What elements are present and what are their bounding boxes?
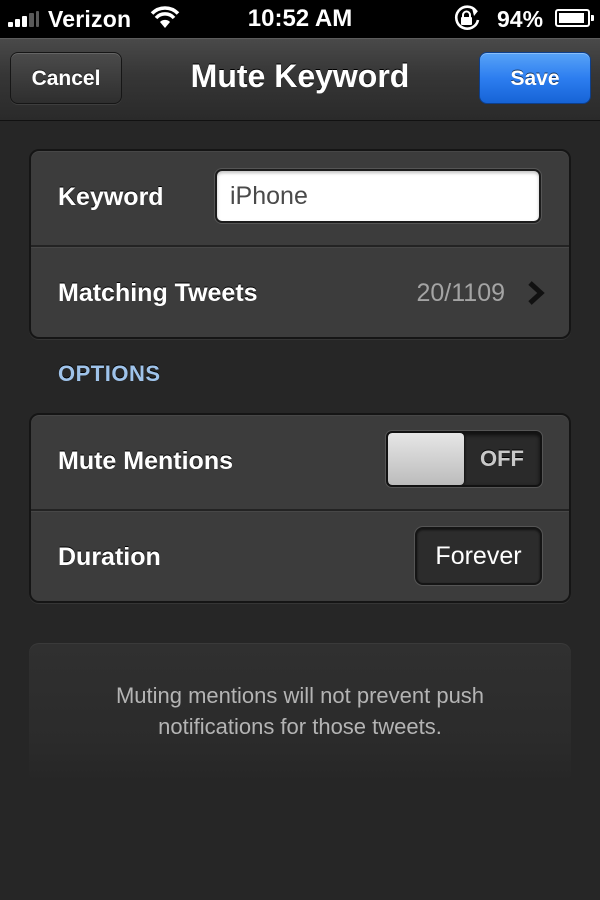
battery-percent: 94% xyxy=(497,6,544,32)
save-button[interactable]: Save xyxy=(479,52,591,104)
keyword-label: Keyword xyxy=(58,183,164,211)
toggle-knob xyxy=(388,433,464,485)
mute-mentions-label: Mute Mentions xyxy=(58,447,233,475)
keyword-row: Keyword xyxy=(31,151,569,245)
duration-label: Duration xyxy=(58,543,161,571)
toggle-state-label: OFF xyxy=(480,446,524,471)
battery-icon xyxy=(555,9,594,27)
rotation-lock-icon xyxy=(454,5,480,30)
footer-note-text: Muting mentions will not prevent push no… xyxy=(29,680,571,742)
duration-picker-button[interactable]: Forever xyxy=(415,527,542,585)
navigation-bar: Cancel Mute Keyword Save xyxy=(0,38,600,121)
keyword-group: Keyword Matching Tweets 20/1109 xyxy=(29,149,571,339)
footer-note-line-1: Muting mentions will not prevent push xyxy=(115,683,485,708)
mute-mentions-toggle[interactable]: OFF xyxy=(386,431,542,487)
status-bar: Verizon 10:52 AM 94% xyxy=(0,0,600,38)
footer-note-line-2: notifications for those tweets. xyxy=(158,714,442,739)
chevron-right-icon xyxy=(528,281,545,305)
matching-tweets-row[interactable]: Matching Tweets 20/1109 xyxy=(31,245,569,337)
footer-note: Muting mentions will not prevent push no… xyxy=(29,643,571,783)
duration-row: Duration Forever xyxy=(31,509,569,601)
options-section-header: OPTIONS xyxy=(58,361,161,386)
matching-tweets-count: 20/1109 xyxy=(416,279,505,307)
options-group: Mute Mentions OFF Duration Forever xyxy=(29,413,571,603)
battery-fill xyxy=(559,13,584,23)
matching-tweets-label: Matching Tweets xyxy=(58,279,258,307)
mute-mentions-row: Mute Mentions OFF xyxy=(31,415,569,509)
keyword-input[interactable] xyxy=(215,169,541,223)
